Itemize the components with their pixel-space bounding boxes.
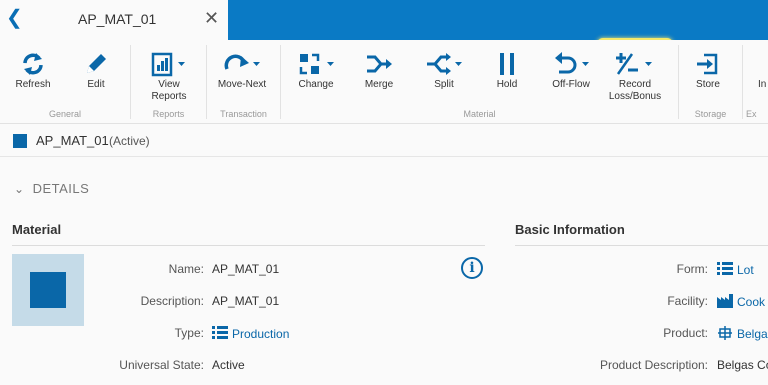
store-icon — [697, 53, 718, 75]
in-label: In — [758, 79, 767, 90]
plus-minus-icon — [616, 53, 652, 75]
universal-state-label: Universal State: — [119, 358, 204, 372]
merge-icon — [367, 55, 392, 73]
refresh-button[interactable]: Refresh — [8, 45, 58, 111]
factory-icon — [717, 294, 733, 308]
move-next-label: Move-Next — [217, 79, 267, 90]
material-section-divider — [12, 245, 485, 246]
status-name: AP_MAT_01 — [36, 133, 109, 148]
change-label: Change — [298, 79, 334, 90]
move-next-button[interactable]: Move-Next — [213, 45, 271, 111]
ribbon-toolbar: Refresh Edit View Reports Move-Next Chan… — [0, 40, 768, 124]
edit-button[interactable]: Edit — [72, 45, 120, 111]
record-loss-bonus-label-1: Record — [618, 79, 652, 90]
facility-value: Cook — [737, 295, 766, 309]
type-value: Production — [232, 327, 290, 341]
change-icon — [299, 53, 334, 75]
product-value: Belga — [737, 327, 768, 341]
pause-icon — [500, 53, 514, 75]
merge-label: Merge — [364, 79, 394, 90]
view-reports-button[interactable]: View Reports — [141, 45, 197, 111]
list-icon — [212, 326, 228, 339]
document-tab[interactable]: ❮ AP_MAT_01 ✕ — [0, 0, 228, 40]
type-link[interactable]: Production — [212, 326, 289, 341]
close-icon[interactable]: ✕ — [204, 8, 219, 28]
basic-section-title: Basic Information — [515, 222, 625, 237]
details-toggle[interactable]: ⌄ DETAILS — [14, 181, 89, 196]
record-loss-bonus-button[interactable]: Record Loss/Bonus — [600, 45, 670, 111]
store-label: Store — [696, 79, 720, 90]
redo-icon — [224, 54, 260, 70]
product-description-value: Belgas Co — [717, 358, 768, 372]
group-material: Material — [463, 109, 496, 119]
product-icon — [718, 326, 732, 340]
hold-label: Hold — [496, 79, 518, 90]
product-link[interactable]: Belga — [717, 326, 768, 341]
description-label: Description: — [140, 294, 204, 308]
form-label: Form: — [676, 262, 708, 276]
material-thumbnail — [12, 254, 84, 326]
split-button[interactable]: Split — [420, 45, 468, 111]
details-label: DETAILS — [32, 181, 90, 196]
name-value: AP_MAT_01 — [212, 262, 280, 276]
description-value: AP_MAT_01 — [212, 294, 280, 308]
product-label: Product: — [663, 326, 708, 340]
facility-link[interactable]: Cook — [717, 294, 765, 309]
group-transaction: Transaction — [220, 109, 267, 119]
list-icon — [717, 262, 733, 275]
refresh-label: Refresh — [15, 79, 51, 90]
chevron-down-icon: ⌄ — [14, 182, 25, 196]
product-description-label: Product Description: — [599, 358, 708, 372]
view-reports-label-1: View — [158, 79, 180, 90]
group-reports: Reports — [152, 109, 185, 119]
off-flow-button[interactable]: Off-Flow — [548, 45, 594, 111]
view-reports-label-2: Reports — [151, 91, 187, 102]
form-link[interactable]: Lot — [717, 262, 754, 277]
basic-section-divider — [515, 245, 768, 246]
form-value: Lot — [737, 263, 754, 277]
edit-label: Edit — [87, 79, 105, 90]
in-button[interactable]: In — [758, 45, 768, 111]
chevron-left-icon[interactable]: ❮ — [6, 8, 23, 28]
record-loss-bonus-label-2: Loss/Bonus — [608, 91, 662, 102]
split-label: Split — [434, 79, 454, 90]
name-label: Name: — [168, 262, 204, 276]
off-flow-label: Off-Flow — [552, 79, 590, 90]
undo-icon — [555, 52, 589, 74]
type-label: Type: — [174, 326, 204, 340]
report-icon — [151, 52, 185, 77]
group-general: General — [48, 109, 82, 119]
refresh-icon — [23, 53, 43, 75]
universal-state-value: Active — [212, 358, 245, 372]
split-icon — [427, 53, 462, 75]
status-state: (Active) — [109, 134, 150, 148]
tab-title: AP_MAT_01 — [78, 11, 157, 27]
group-storage: Storage — [694, 109, 727, 119]
facility-label: Facility: — [667, 294, 708, 308]
merge-button[interactable]: Merge — [355, 45, 403, 111]
pencil-icon — [87, 54, 106, 73]
group-ex: Ex — [746, 109, 757, 119]
info-icon[interactable]: i — [461, 257, 483, 279]
hold-button[interactable]: Hold — [485, 45, 529, 111]
store-button[interactable]: Store — [686, 45, 730, 111]
change-button[interactable]: Change — [292, 45, 340, 111]
material-section-title: Material — [12, 222, 62, 237]
